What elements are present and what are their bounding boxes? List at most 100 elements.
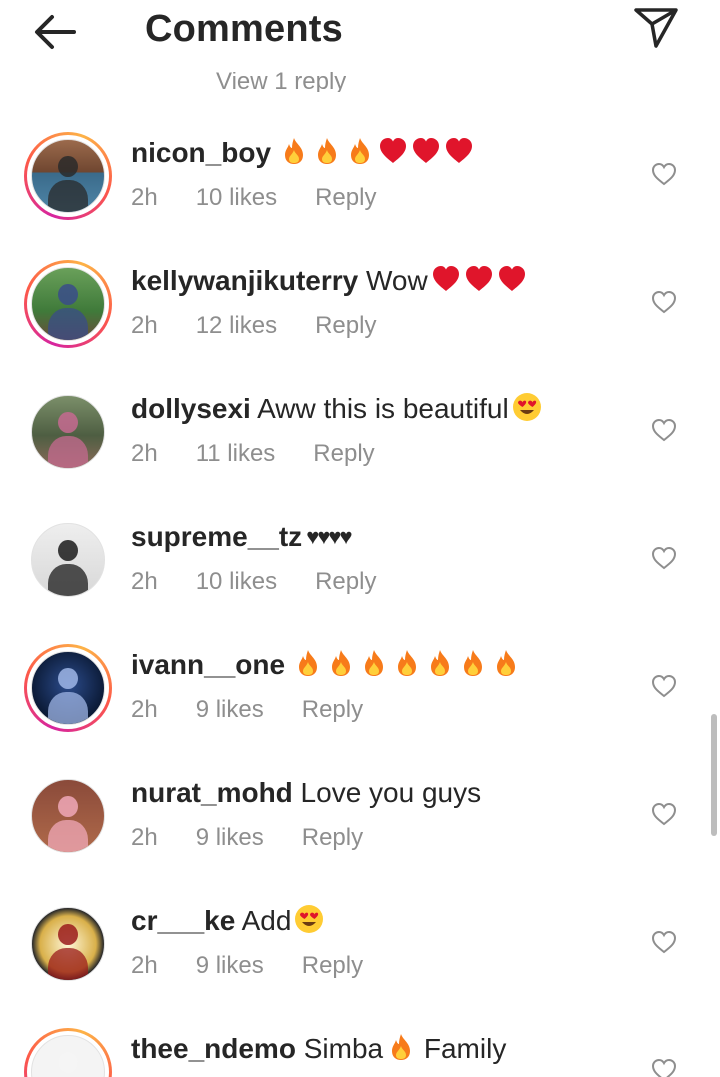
arrow-left-icon — [35, 15, 76, 49]
avatar-figure-head — [57, 283, 79, 306]
comment-body: Simba — [295, 1033, 384, 1064]
reply-button[interactable]: Reply — [315, 184, 376, 211]
fire-emoji-icon — [293, 648, 323, 678]
fire-emoji-icon — [491, 648, 521, 678]
comment-row: nurat_mohd Love you guys 2h 9 likes Reply — [0, 760, 720, 870]
comment-username[interactable]: dollysexi — [131, 393, 251, 424]
comment-text-line: ivann__one — [131, 648, 521, 682]
scrollbar[interactable] — [711, 714, 717, 836]
like-heart-icon[interactable] — [651, 802, 677, 826]
share-button[interactable] — [632, 4, 680, 50]
fire-emoji-icon — [326, 648, 356, 678]
avatar-figure-head — [57, 795, 79, 818]
comment-text-line: supreme__tz ♥♥♥♥ — [131, 520, 353, 554]
red-heart-emoji-icon — [444, 136, 474, 166]
avatar[interactable] — [24, 644, 112, 732]
comment-row: supreme__tz ♥♥♥♥ 2h 10 likes Reply — [0, 504, 720, 614]
comment-likes-count[interactable]: 10 likes — [196, 568, 277, 595]
fire-emoji-icon — [312, 136, 342, 166]
reply-button[interactable]: Reply — [302, 696, 363, 723]
comment-username[interactable]: supreme__tz — [131, 521, 302, 552]
avatar[interactable] — [24, 260, 112, 348]
view-replies-link[interactable]: View 1 reply — [216, 72, 346, 92]
comment-likes-count[interactable]: 9 likes — [196, 824, 264, 851]
comment-likes-count[interactable]: 12 likes — [196, 312, 277, 339]
comment-row: dollysexi Aww this is beautiful 2h 11 like… — [0, 376, 720, 486]
comment-likes-count[interactable]: 9 likes — [196, 952, 264, 979]
comment-username[interactable]: ivann__one — [131, 649, 285, 680]
comment-text-line: thee_ndemo Simba Family — [131, 1032, 506, 1066]
comment-body: Add — [235, 905, 292, 936]
like-heart-icon[interactable] — [651, 674, 677, 698]
avatar-frame — [27, 1031, 109, 1077]
avatar-image — [31, 779, 105, 853]
fire-emoji-icon — [392, 648, 422, 678]
reply-button[interactable]: Reply — [315, 568, 376, 595]
avatar-image — [31, 651, 105, 725]
comment-body: Love you guys — [292, 777, 482, 808]
like-heart-icon[interactable] — [651, 1058, 677, 1077]
avatar-figure-body — [47, 180, 89, 212]
avatar[interactable] — [24, 1028, 112, 1077]
avatar-figure-head — [57, 155, 79, 178]
avatar[interactable] — [24, 516, 112, 604]
comment-meta: 2h 12 likes Reply — [131, 312, 414, 340]
comment-body-tail: Family — [416, 1033, 507, 1064]
comment-timestamp: 2h — [131, 568, 158, 595]
avatar-figure-body — [47, 564, 89, 596]
fire-emoji-icon — [386, 1032, 416, 1062]
comment-username[interactable]: kellywanjikuterry — [131, 265, 358, 296]
avatar-frame — [31, 907, 105, 981]
comment-username[interactable]: cr___ke — [131, 905, 235, 936]
like-heart-icon[interactable] — [651, 546, 677, 570]
comment-username[interactable]: nicon_boy — [131, 137, 271, 168]
page-title: Comments — [145, 8, 343, 50]
comment-text-line: nurat_mohd Love you guys — [131, 776, 481, 810]
comment-meta: 2h 11 likes Reply — [131, 440, 413, 468]
reply-button[interactable]: Reply — [302, 952, 363, 979]
avatar-figure-body — [47, 820, 89, 852]
avatar-image — [31, 267, 105, 341]
comment-likes-count[interactable]: 11 likes — [196, 440, 276, 467]
comment-row: cr___ke Add 2h 9 likes Reply — [0, 888, 720, 998]
comment-body: Aww this is beautiful — [250, 393, 509, 424]
red-heart-emoji-icon — [378, 136, 408, 166]
comment-likes-count[interactable]: 10 likes — [196, 184, 277, 211]
avatar-figure-body — [47, 308, 89, 340]
reply-button[interactable]: Reply — [302, 824, 363, 851]
like-heart-icon[interactable] — [651, 930, 677, 954]
reply-button[interactable]: Reply — [313, 440, 374, 467]
comment-row: nicon_boy 2h 10 likes Reply — [0, 120, 720, 230]
like-heart-icon[interactable] — [651, 290, 677, 314]
comment-timestamp: 2h — [131, 952, 158, 979]
avatar[interactable] — [24, 772, 112, 860]
avatar[interactable] — [24, 900, 112, 988]
red-heart-emoji-icon — [464, 264, 494, 294]
avatar[interactable] — [24, 132, 112, 220]
avatar-figure-head — [57, 1051, 79, 1074]
back-button[interactable] — [30, 10, 82, 54]
comment-text-line: dollysexi Aww this is beautiful — [131, 392, 542, 426]
heart-eyes-emoji-icon — [294, 904, 324, 934]
comment-row: kellywanjikuterry Wow 2h 12 likes Reply — [0, 248, 720, 358]
comment-text-line: nicon_boy — [131, 136, 474, 170]
comment-timestamp: 2h — [131, 824, 158, 851]
comment-meta: 2h 10 likes Reply — [131, 184, 414, 212]
fire-emoji-icon — [458, 648, 488, 678]
comments-header: Comments — [0, 0, 720, 62]
fire-emoji-icon — [279, 136, 309, 166]
comment-username[interactable]: thee_ndemo — [131, 1033, 296, 1064]
reply-button[interactable]: Reply — [315, 312, 376, 339]
like-heart-icon[interactable] — [651, 162, 677, 186]
comment-timestamp: 2h — [131, 312, 158, 339]
avatar[interactable] — [24, 388, 112, 476]
comment-timestamp: 2h — [131, 696, 158, 723]
comment-likes-count[interactable]: 9 likes — [196, 696, 264, 723]
avatar-figure-body — [47, 436, 89, 468]
red-heart-emoji-icon — [431, 264, 461, 294]
like-heart-icon[interactable] — [651, 418, 677, 442]
comment-username[interactable]: nurat_mohd — [131, 777, 293, 808]
avatar-figure-body — [47, 948, 89, 980]
comment-text-line: cr___ke Add — [131, 904, 324, 938]
heart-eyes-emoji-icon — [512, 392, 542, 422]
